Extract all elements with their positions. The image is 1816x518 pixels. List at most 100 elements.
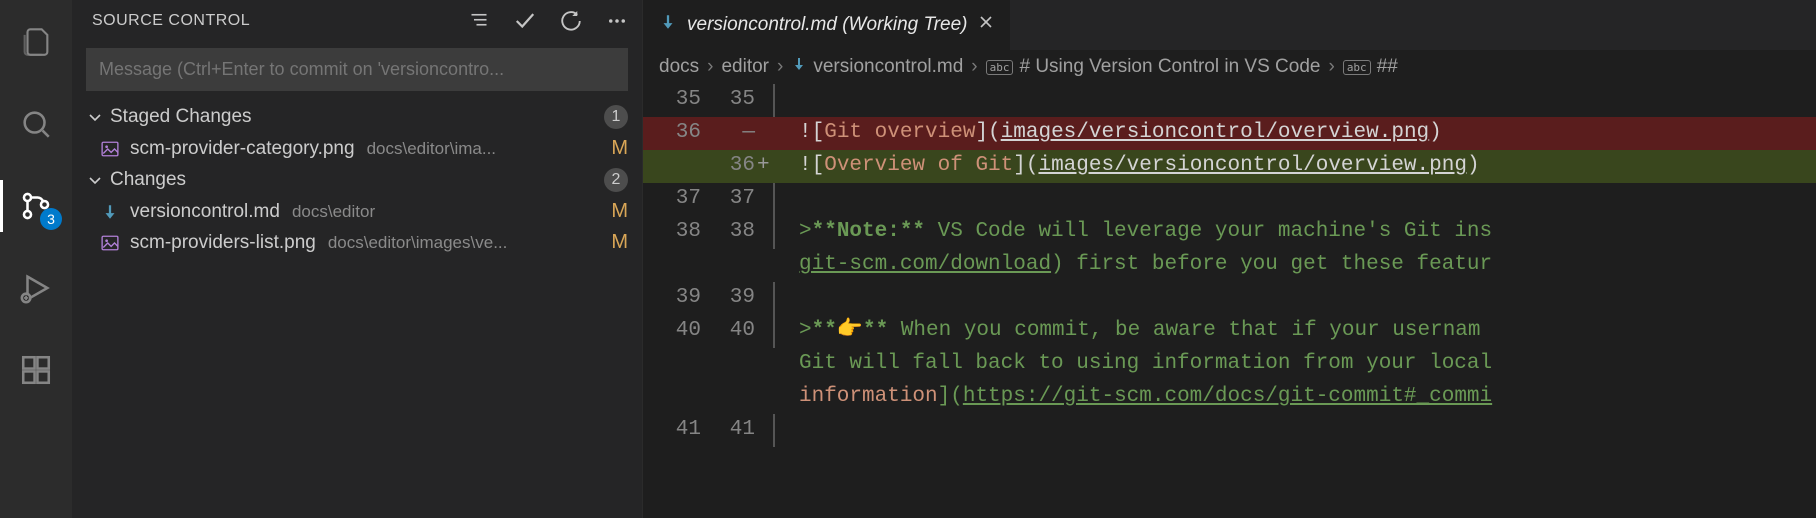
emoji-finger-icon: 👉 [837,319,863,342]
file-path: docs\editor\images\ve... [328,233,594,253]
line-number-modified: 36+ [713,150,775,183]
activity-explorer[interactable] [0,14,72,70]
md-link-url: images/versioncontrol/overview.png [1038,154,1466,177]
image-file-icon [100,140,120,158]
code-line: 41 41 [643,414,1816,447]
line-number-original: 39 [643,282,713,315]
breadcrumb-separator: › [707,56,713,78]
file-row[interactable]: scm-provider-category.png docs\editor\im… [72,133,642,164]
line-number-modified: 39 [713,282,775,315]
line-number-modified: 41 [713,414,775,447]
activity-bar: 3 [0,0,72,518]
files-icon [19,25,53,59]
md-image-prefix: ![ [799,121,824,144]
chevron-down-icon [86,172,104,188]
md-link-text: information [799,385,938,408]
md-link-url: git-scm.com/download [799,253,1051,276]
activity-source-control[interactable]: 3 [0,178,72,234]
breadcrumb-segment[interactable]: docs [659,56,699,78]
file-path: docs\editor [292,202,593,222]
editor: versioncontrol.md (Working Tree) docs › … [642,0,1816,518]
code-line: 40 40 >**👉** When you commit, be aware t… [643,315,1816,348]
md-text: ) first before you get these featur [1051,253,1492,276]
md-bold-marker: ** [863,319,888,342]
breadcrumb-segment[interactable]: abc # Using Version Control in VS Code [986,56,1321,78]
md-bracket: ) [1467,154,1480,177]
markdown-file-icon [659,13,677,37]
md-quote-marker: > [799,319,812,342]
status-modified: M [611,137,628,160]
file-name: versioncontrol.md [130,201,280,223]
debug-icon [19,271,53,305]
md-bold: **Note:** [812,220,925,243]
line-number-modified: 37 [713,183,775,216]
md-image-prefix: ![ [799,154,824,177]
breadcrumb-separator: › [777,56,783,78]
md-text: Git will fall back to using information … [799,352,1492,375]
md-bracket: ) [1429,121,1442,144]
commit-check-icon[interactable] [514,10,536,32]
tab-label: versioncontrol.md (Working Tree) [687,14,968,36]
search-icon [19,107,53,141]
breadcrumb-segment[interactable]: editor [721,56,769,78]
breadcrumb-separator: › [971,56,977,78]
md-text: When you commit, be aware that if your u… [888,319,1480,342]
breadcrumb-separator: › [1328,56,1334,78]
line-number-modified: 38 [713,216,775,249]
code-line-wrap: git-scm.com/download) first before you g… [643,249,1816,282]
commit-message-input[interactable] [86,48,628,91]
code-line: 38 38 >**Note:** VS Code will leverage y… [643,216,1816,249]
line-number-modified: 40 [713,315,775,348]
panel-header: SOURCE CONTROL [72,0,642,42]
staged-count-badge: 1 [604,105,628,129]
code-line: 39 39 [643,282,1816,315]
md-link-url: https://git-scm.com/docs/git-commit#_com… [963,385,1492,408]
code-line: 35 35 [643,84,1816,117]
md-bold-marker: ** [812,319,837,342]
source-control-panel: SOURCE CONTROL Staged Changes 1 sc [72,0,642,518]
scm-badge: 3 [40,208,62,230]
line-number-original: 40 [643,315,713,348]
line-number-original: 36 [643,117,713,150]
file-row[interactable]: scm-providers-list.png docs\editor\image… [72,227,642,258]
md-bracket: ]( [1013,154,1038,177]
refresh-icon[interactable] [560,10,582,32]
breadcrumb-segment[interactable]: abc ## [1343,56,1398,78]
image-file-icon [100,234,120,252]
changes-section[interactable]: Changes 2 [72,164,642,196]
breadcrumb[interactable]: docs › editor › versioncontrol.md › abc … [643,50,1816,84]
line-number-original: 37 [643,183,713,216]
tab-versioncontrol[interactable]: versioncontrol.md (Working Tree) [643,0,1010,50]
line-number-original: 41 [643,414,713,447]
md-quote-marker: > [799,220,812,243]
staged-label: Staged Changes [110,106,252,128]
staged-changes-section[interactable]: Staged Changes 1 [72,101,642,133]
symbol-string-icon: abc [1343,60,1371,75]
changes-count-badge: 2 [604,168,628,192]
close-icon[interactable] [978,14,994,36]
activity-search[interactable] [0,96,72,152]
activity-extensions[interactable] [0,342,72,398]
tab-bar: versioncontrol.md (Working Tree) [643,0,1816,50]
md-alt-text: Overview of Git [824,154,1013,177]
md-bracket: ]( [938,385,963,408]
diff-editor[interactable]: 35 35 36 — ![Git overview](images/versio… [643,84,1816,518]
line-number-original: 38 [643,216,713,249]
view-as-tree-icon[interactable] [468,10,490,32]
line-number-modified: 35 [713,84,775,117]
code-line-added: 36+ ![Overview of Git](images/versioncon… [643,150,1816,183]
chevron-down-icon [86,109,104,125]
md-text: VS Code will leverage your machine's Git… [925,220,1492,243]
md-alt-text: Git overview [824,121,975,144]
activity-run-debug[interactable] [0,260,72,316]
more-actions-icon[interactable] [606,10,628,32]
diff-minus-marker: — [713,117,775,150]
panel-title: SOURCE CONTROL [92,12,250,30]
changes-label: Changes [110,169,186,191]
file-row[interactable]: versioncontrol.md docs\editor M [72,196,642,227]
code-line-wrap: Git will fall back to using information … [643,348,1816,381]
panel-actions [468,10,628,32]
breadcrumb-segment[interactable]: versioncontrol.md [791,56,963,78]
code-line-wrap: information](https://git-scm.com/docs/gi… [643,381,1816,414]
md-bracket: ]( [975,121,1000,144]
